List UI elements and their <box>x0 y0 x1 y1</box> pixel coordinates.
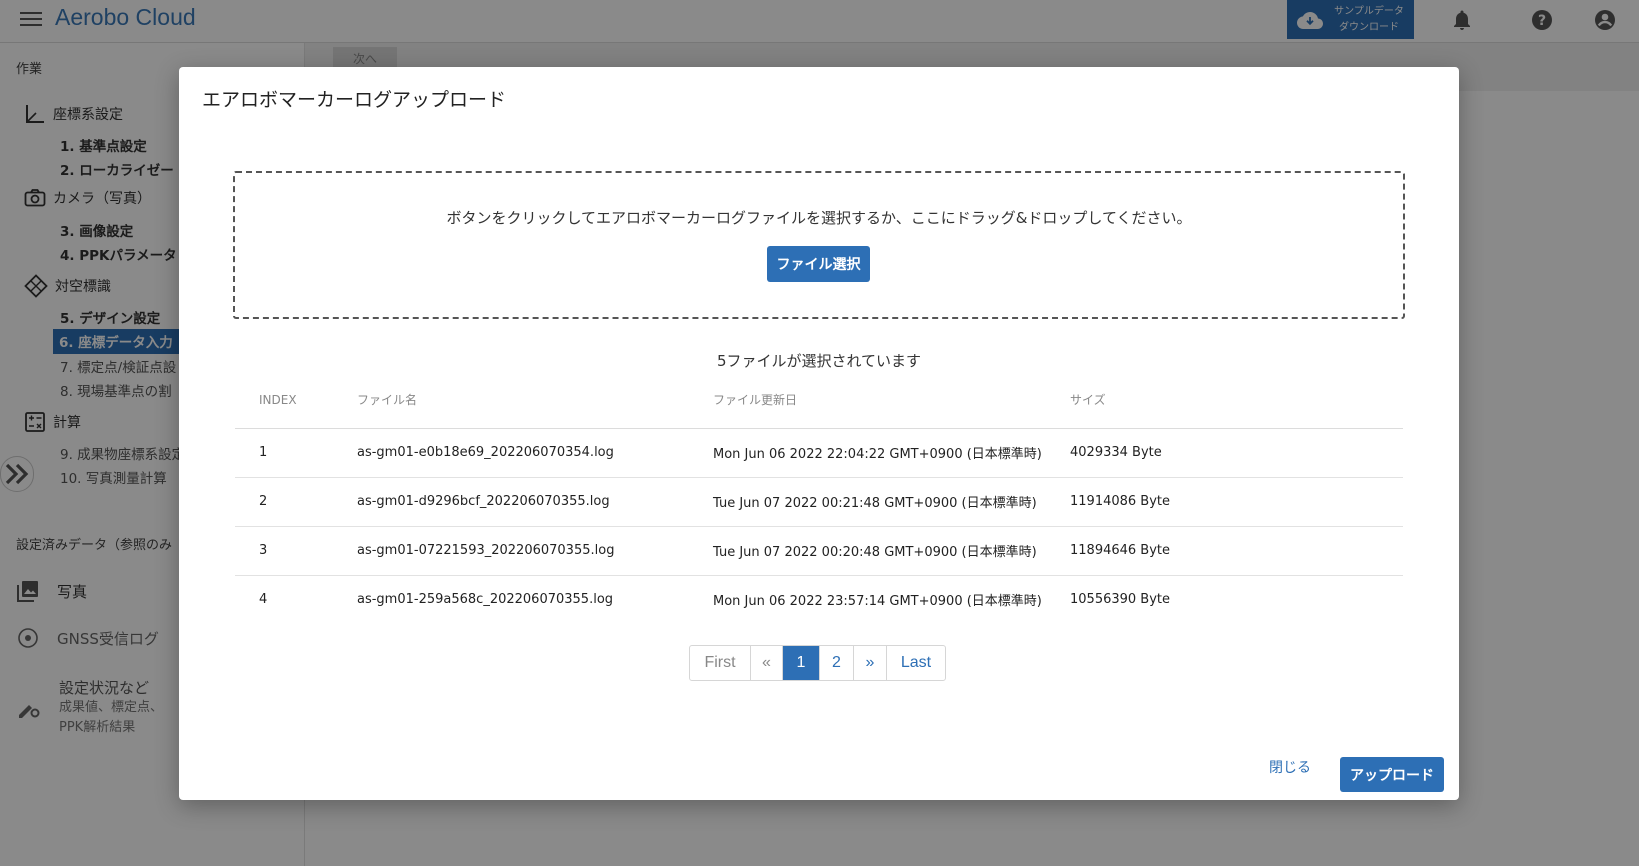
pagination: First « 1 2 » Last <box>689 645 946 681</box>
page-2[interactable]: 2 <box>820 646 854 680</box>
table-row: 4 as-gm01-259a568c_202206070355.log Mon … <box>235 575 1403 624</box>
column-header-filename: ファイル名 <box>333 372 689 429</box>
selected-count-text: 5ファイルが選択されています <box>716 352 922 370</box>
cell-size: 10556390 Byte <box>1070 592 1171 608</box>
cell-filename: as-gm01-259a568c_202206070355.log <box>357 592 614 608</box>
file-dropzone[interactable]: ボタンをクリックしてエアロボマーカーログファイルを選択するか、ここにドラッグ&ド… <box>233 171 1405 319</box>
page-first[interactable]: First <box>690 646 751 680</box>
cell-size: 11894646 Byte <box>1046 526 1403 576</box>
column-header-modified: ファイル更新日 <box>689 372 1046 429</box>
table-row: 1 as-gm01-e0b18e69_202206070354.log Mon … <box>235 428 1403 478</box>
cell-modified: Tue Jun 07 2022 00:20:48 GMT+0900 (日本標準時… <box>689 526 1046 576</box>
upload-dialog: エアロボマーカーログアップロード ボタンをクリックしてエアロボマーカーログファイ… <box>179 67 1459 800</box>
cell-size: 4029334 Byte <box>1046 428 1403 478</box>
cell-size: 11914086 Byte <box>1046 477 1403 527</box>
close-button[interactable]: 閉じる <box>1248 750 1332 784</box>
file-select-button[interactable]: ファイル選択 <box>767 246 870 282</box>
cell-index: 3 <box>235 526 333 576</box>
cell-filename: as-gm01-e0b18e69_202206070354.log <box>333 428 689 478</box>
page-last[interactable]: Last <box>887 646 945 680</box>
cell-index: 2 <box>235 477 333 527</box>
table-header-row: INDEX ファイル名 ファイル更新日 サイズ <box>235 372 1403 429</box>
page-next[interactable]: » <box>854 646 887 680</box>
cell-modified: Mon Jun 06 2022 22:04:22 GMT+0900 (日本標準時… <box>689 428 1046 478</box>
upload-button[interactable]: アップロード <box>1340 757 1444 792</box>
cell-modified: Tue Jun 07 2022 00:21:48 GMT+0900 (日本標準時… <box>689 477 1046 527</box>
cell-filename: as-gm01-07221593_202206070355.log <box>333 526 689 576</box>
page-1[interactable]: 1 <box>783 646 820 680</box>
dialog-title: エアロボマーカーログアップロード <box>202 89 507 111</box>
page-prev[interactable]: « <box>751 646 783 680</box>
table-row: 2 as-gm01-d9296bcf_202206070355.log Tue … <box>235 477 1403 527</box>
table-row: 3 as-gm01-07221593_202206070355.log Tue … <box>235 526 1403 576</box>
column-header-size: サイズ <box>1046 372 1403 429</box>
column-header-index: INDEX <box>235 372 333 429</box>
cell-index: 1 <box>235 428 333 478</box>
cell-filename: as-gm01-d9296bcf_202206070355.log <box>333 477 689 527</box>
cell-index: 4 <box>259 592 268 608</box>
cell-modified: Mon Jun 06 2022 23:57:14 GMT+0900 (日本標準時… <box>713 594 1042 610</box>
dropzone-instruction: ボタンをクリックしてエアロボマーカーログファイルを選択するか、ここにドラッグ&ド… <box>446 209 1192 227</box>
file-table: INDEX ファイル名 ファイル更新日 サイズ 1 as-gm01-e0b18e… <box>235 372 1403 624</box>
